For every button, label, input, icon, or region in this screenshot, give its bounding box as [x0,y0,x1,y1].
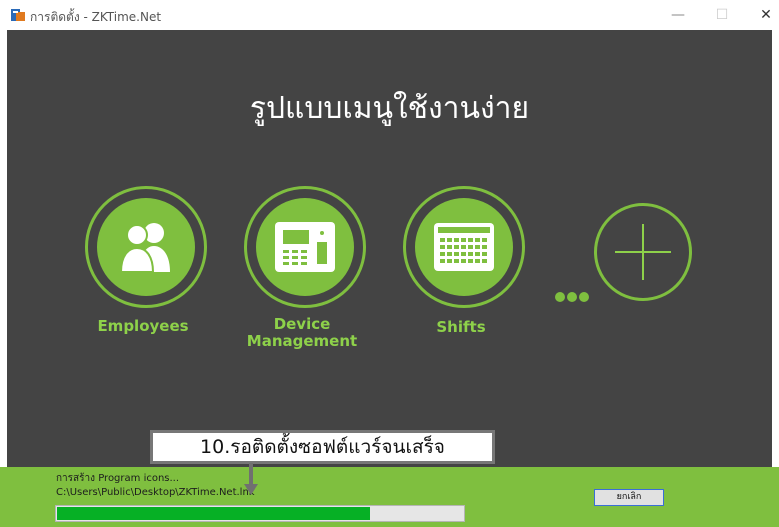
employees-label: Employees [97,317,189,335]
window-title: การติดตั้ง - ZKTime.Net [30,10,162,24]
install-path-text: C:\Users\Public\Desktop\ZKTime.Net.lnk [56,487,255,498]
app-icon [11,9,25,21]
status-text: การสร้าง Program icons... [56,473,180,484]
device-management-label: Device Management [246,315,358,350]
device-circle [256,198,354,296]
minimize-button[interactable]: — [667,4,689,26]
cancel-button[interactable]: ยกเลิก [594,489,664,506]
more-circle [594,203,692,301]
ellipsis-icon [555,292,595,302]
plus-icon [615,224,671,280]
shifts-label: Shifts [436,318,486,336]
shifts-circle [415,198,513,296]
install-progress-bar [55,505,465,522]
calendar-icon [434,223,494,271]
maximize-button[interactable]: ☐ [711,4,733,26]
callout-arrow-shaft [249,463,253,485]
title-bar: การติดตั้ง - ZKTime.Net — ☐ ✕ [0,0,779,30]
instruction-callout: 10.รอติดตั้งซอฟต์แวร์จนเสร็จ [150,430,495,464]
close-button[interactable]: ✕ [755,4,777,26]
promo-banner: รูปแบบเมนูใช้งานง่าย Employees Device Ma… [7,30,772,467]
employees-circle [97,198,195,296]
device-icon [275,222,335,272]
callout-arrow-icon [244,484,258,495]
employees-icon [119,223,170,273]
install-progress-fill [57,507,370,520]
banner-headline: รูปแบบเมนูใช้งานง่าย [249,91,530,126]
